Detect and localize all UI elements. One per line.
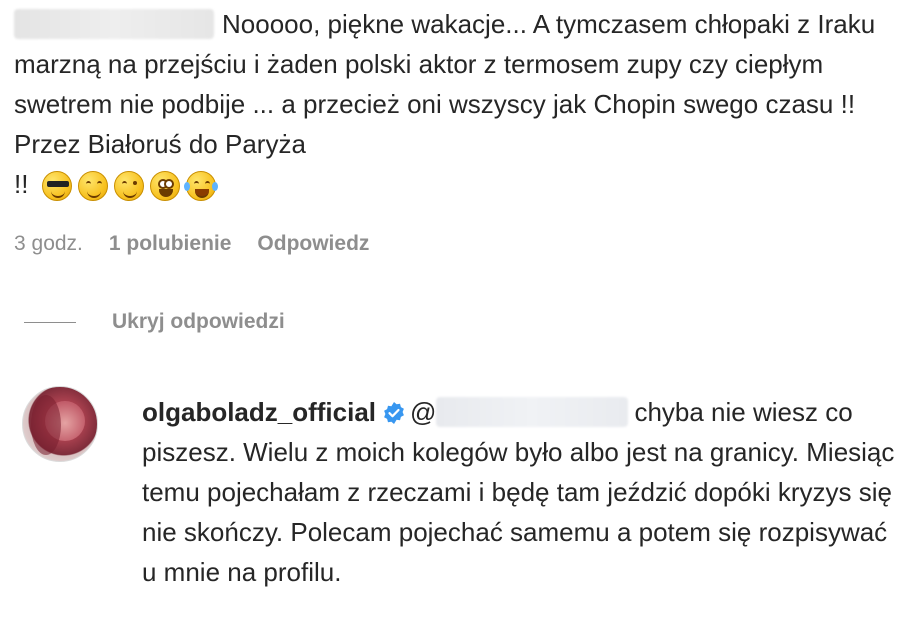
reply-body: olgaboladz_official @ chyba nie wiesz co … bbox=[142, 392, 900, 592]
avatar[interactable] bbox=[22, 386, 98, 462]
emoji-row bbox=[41, 171, 218, 201]
joy-emoji-icon bbox=[183, 171, 218, 201]
verified-badge-icon bbox=[384, 402, 404, 424]
redacted-mention[interactable] bbox=[436, 397, 629, 427]
zany-emoji-icon bbox=[149, 171, 180, 201]
redacted-username[interactable] bbox=[14, 9, 214, 39]
hide-replies-toggle[interactable]: Ukryj odpowiedzi bbox=[24, 310, 285, 334]
smiling-emoji-icon bbox=[77, 171, 108, 201]
sunglasses-emoji-icon bbox=[41, 171, 72, 201]
winking-emoji-icon bbox=[113, 171, 144, 201]
reply-button[interactable]: Odpowiedz bbox=[257, 232, 369, 256]
mention-prefix[interactable]: @ bbox=[410, 397, 436, 427]
divider-line bbox=[24, 321, 76, 323]
comment-body: Nooooo, piękne wakacje... A tymczasem ch… bbox=[14, 4, 894, 204]
likes-count-button[interactable]: 1 polubienie bbox=[109, 232, 232, 256]
comment-suffix: !! bbox=[14, 169, 29, 199]
comment-time[interactable]: 3 godz. bbox=[14, 232, 83, 256]
comment-meta: 3 godz. 1 polubienie Odpowiedz bbox=[14, 232, 369, 256]
reply-username[interactable]: olgaboladz_official bbox=[142, 397, 376, 427]
hide-replies-label[interactable]: Ukryj odpowiedzi bbox=[112, 310, 285, 334]
